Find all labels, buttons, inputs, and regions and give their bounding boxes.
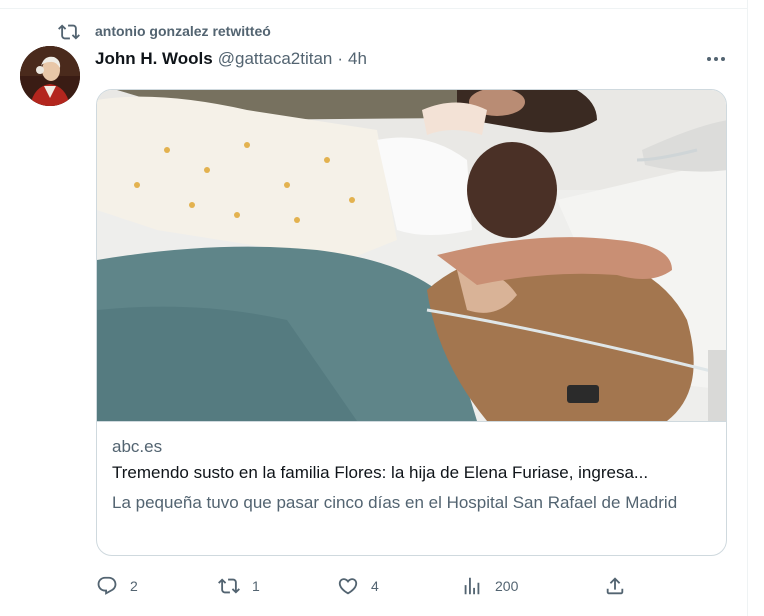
tweet-header: John H. Wools @gattaca2titan · 4h [95,47,367,71]
views-count: 200 [495,578,519,594]
like-button[interactable]: 4 [337,572,379,600]
avatar[interactable] [20,46,80,106]
link-preview-card[interactable]: abc.es Tremendo susto en la familia Flor… [96,89,727,556]
top-divider [0,8,748,9]
retweet-icon [58,24,80,40]
analytics-icon [464,577,480,595]
like-count: 4 [371,578,379,594]
action-bar: 2 1 4 200 [0,572,748,600]
retweet-label: antonio gonzalez retwitteó [95,23,271,39]
avatar-portrait-image [20,46,80,106]
reply-icon [97,576,117,595]
heart-icon [338,578,358,595]
reply-button[interactable]: 2 [96,572,138,600]
card-photo-image [97,90,726,421]
card-description: La pequeña tuvo que pasar cinco días en … [112,493,678,512]
author-handle[interactable]: @gattaca2titan [218,49,333,69]
views-button[interactable]: 200 [461,572,518,600]
separator-dot: · [337,49,344,68]
share-button[interactable] [604,572,626,600]
more-dots-icon [707,57,725,61]
more-options-button[interactable] [704,48,728,70]
retweet-button[interactable]: 1 [218,572,260,600]
card-divider [97,421,726,422]
card-domain: abc.es [112,437,163,456]
retweet-count: 1 [252,578,260,594]
author-name[interactable]: John H. Wools [95,49,213,69]
tweet-time[interactable]: 4h [348,49,367,69]
card-title: Tremendo susto en la familia Flores: la … [112,463,649,482]
reply-count: 2 [130,578,138,594]
retweet-icon [218,578,240,594]
share-icon [606,577,624,595]
